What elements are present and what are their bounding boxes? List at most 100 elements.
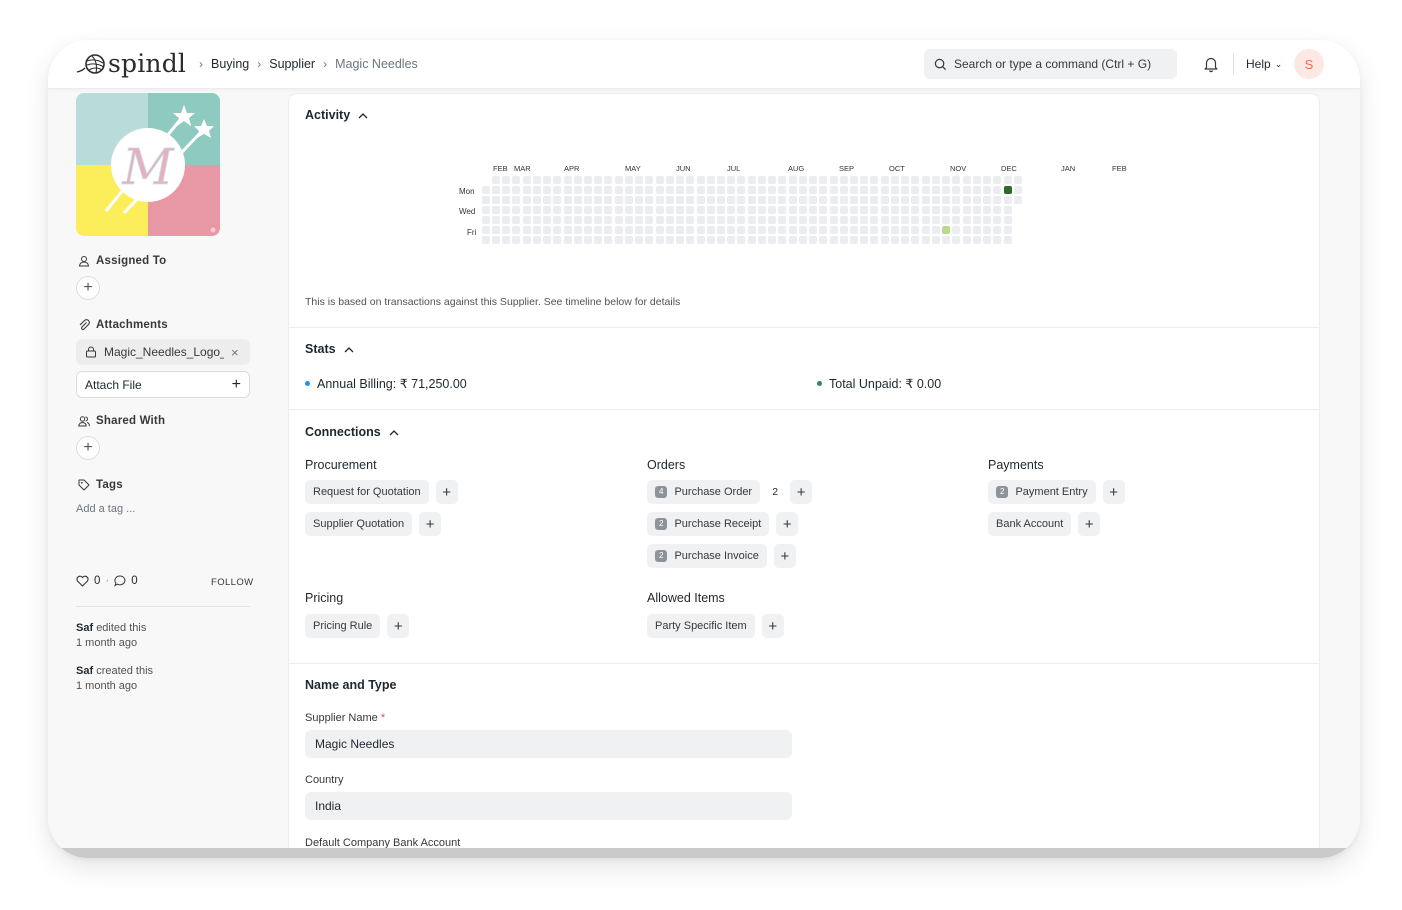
purchase-receipt-link[interactable]: 2 Purchase Receipt (647, 512, 770, 536)
heatmap-cell (870, 206, 878, 214)
supplier-quotation-link[interactable]: Supplier Quotation (305, 512, 413, 536)
heatmap-cell (830, 206, 838, 214)
add-purchase-invoice-button[interactable]: + (773, 544, 796, 568)
heatmap-cell (697, 206, 705, 214)
breadcrumb-buying[interactable]: Buying (211, 57, 249, 71)
heatmap-cell (543, 196, 551, 204)
attach-file-label: Attach File (85, 377, 142, 392)
heatmap-cell (840, 216, 848, 224)
month-label: MAR (514, 164, 531, 173)
bank-account-link[interactable]: Bank Account (988, 512, 1072, 536)
heatmap-cell (523, 196, 531, 204)
supplier-logo-image[interactable]: M (76, 93, 220, 236)
add-assignee-button[interactable]: + (76, 276, 100, 300)
heatmap-cell (727, 176, 735, 184)
heatmap-cell (942, 176, 950, 184)
heatmap-cell (492, 236, 500, 244)
heatmap-cell (482, 186, 490, 194)
heatmap-cell (993, 186, 1001, 194)
add-request-for-quotation-button[interactable]: + (435, 480, 458, 504)
remove-attachment-icon[interactable]: × (231, 345, 239, 360)
lock-icon (86, 346, 96, 358)
tags-text: Tags (96, 479, 123, 491)
heatmap-cell (737, 196, 745, 204)
heatmap-cell (625, 206, 633, 214)
month-label: JAN (1061, 164, 1076, 173)
add-purchase-receipt-button[interactable]: + (776, 512, 799, 536)
timeline-action: edited this (96, 622, 147, 634)
heatmap-cell (983, 236, 991, 244)
window-bottom-edge (48, 848, 1360, 858)
heatmap-cell (1004, 176, 1012, 184)
user-avatar[interactable]: S (1294, 49, 1324, 79)
connection-label: Purchase Receipt (674, 518, 762, 530)
heatmap-cell (942, 216, 950, 224)
add-pricing-rule-button[interactable]: + (387, 614, 410, 638)
heatmap-cell (553, 236, 561, 244)
heatmap-cell (737, 176, 745, 184)
annual-billing-text: Annual Billing: ₹ 71,250.00 (317, 377, 467, 391)
add-supplier-quotation-button[interactable]: + (419, 512, 442, 536)
heatmap-cell (717, 196, 725, 204)
heatmap-cell (574, 236, 582, 244)
heatmap-cell (666, 176, 674, 184)
sidebar: M Assigned To + Attachments Magic_Needle… (76, 93, 253, 692)
heatmap-cell (840, 226, 848, 234)
section-divider (289, 409, 1319, 410)
magic-needles-logo: M (76, 93, 220, 236)
month-label: JUN (676, 164, 691, 173)
attach-file-button[interactable]: Attach File + (76, 371, 250, 398)
heatmap-cell (543, 226, 551, 234)
heatmap-cell (963, 236, 971, 244)
heatmap-cell (502, 216, 510, 224)
purchase-order-link[interactable]: 4 Purchase Order (647, 480, 761, 504)
heatmap-cell (512, 176, 520, 184)
add-purchase-order-button[interactable]: + (790, 480, 813, 504)
app-logo[interactable]: spindl (76, 50, 186, 78)
help-dropdown[interactable]: Help ⌄ (1246, 57, 1282, 71)
heatmap-cell (737, 236, 745, 244)
heatmap-cell (482, 196, 490, 204)
timeline-time: 1 month ago (76, 637, 138, 649)
search-bar[interactable]: Search or type a command (Ctrl + G) (924, 49, 1177, 79)
heatmap-cell (574, 206, 582, 214)
heatmap-cell (635, 206, 643, 214)
follow-button[interactable]: FOLLOW (211, 577, 254, 588)
heatmap-cell (789, 186, 797, 194)
add-party-specific-item-button[interactable]: + (761, 614, 784, 638)
activity-section-header[interactable]: Activity (305, 108, 368, 122)
connections-section-header[interactable]: Connections (305, 425, 399, 439)
breadcrumb-supplier[interactable]: Supplier (269, 57, 315, 71)
heatmap-cell (717, 206, 725, 214)
supplier-name-input[interactable]: Magic Needles (305, 730, 792, 758)
add-payment-entry-button[interactable]: + (1102, 480, 1125, 504)
heatmap-cell (523, 226, 531, 234)
heatmap-cell (922, 236, 930, 244)
add-tag-link[interactable]: Add a tag ... (76, 503, 135, 515)
heatmap-cell (778, 206, 786, 214)
heatmap-cell (911, 176, 919, 184)
country-label: Country (305, 774, 344, 786)
comment-icon[interactable] (114, 575, 126, 587)
add-share-button[interactable]: + (76, 436, 100, 460)
notification-bell-icon[interactable] (1202, 55, 1220, 73)
breadcrumb-current[interactable]: Magic Needles (335, 57, 418, 71)
heart-icon[interactable] (76, 575, 89, 587)
payments-group-title: Payments (988, 458, 1044, 472)
heatmap-cell (932, 186, 940, 194)
chevron-up-icon (344, 346, 354, 352)
request-for-quotation-link[interactable]: Request for Quotation (305, 480, 429, 504)
stats-section-header[interactable]: Stats (305, 342, 354, 356)
timeline-item: Saf edited this 1 month ago (76, 621, 146, 651)
payment-entry-link[interactable]: 2 Payment Entry (988, 480, 1096, 504)
heatmap-cell (1004, 216, 1012, 224)
attachment-file-chip[interactable]: Magic_Needles_Logo_S × (76, 339, 250, 365)
heatmap-cell (819, 236, 827, 244)
party-specific-item-link[interactable]: Party Specific Item (647, 614, 755, 638)
purchase-invoice-link[interactable]: 2 Purchase Invoice (647, 544, 767, 568)
country-input[interactable]: India (305, 792, 792, 820)
country-value: India (315, 799, 342, 813)
add-bank-account-button[interactable]: + (1078, 512, 1101, 536)
pricing-rule-link[interactable]: Pricing Rule (305, 614, 381, 638)
heatmap-cell (625, 196, 633, 204)
